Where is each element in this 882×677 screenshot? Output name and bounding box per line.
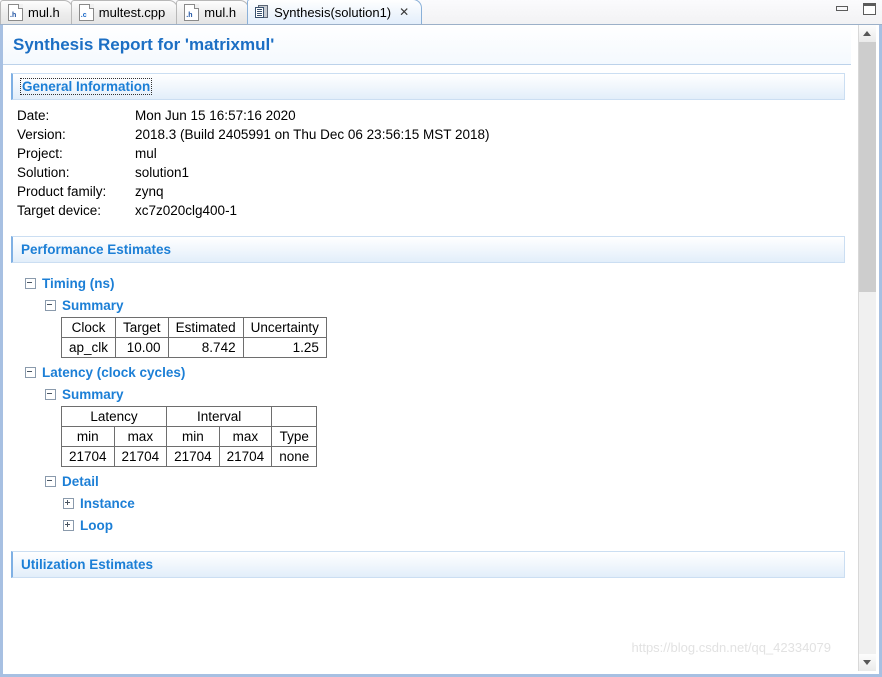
group-header-interval: Interval — [166, 406, 273, 427]
column-header-estimated: Estimated — [167, 317, 244, 338]
info-value-project: mul — [135, 146, 157, 161]
table-group-header-row: Latency Interval — [60, 406, 318, 427]
tab-multest-cpp[interactable]: .c multest.cpp — [70, 0, 179, 24]
tab-label: mul.h — [28, 5, 60, 20]
cell-uncertainty: 1.25 — [242, 337, 327, 358]
h-file-icon: .h — [8, 4, 23, 21]
table-header-row: min max min max Type — [61, 426, 318, 447]
column-header-interval-min: min — [166, 426, 220, 447]
group-header-latency: Latency — [60, 406, 168, 427]
info-value-date: Mon Jun 15 16:57:16 2020 — [135, 108, 296, 123]
tab-label: Synthesis(solution1) — [274, 4, 392, 20]
c-file-icon: .c — [78, 4, 94, 21]
minimize-button[interactable] — [834, 2, 851, 16]
scroll-down-button[interactable] — [859, 654, 876, 671]
section-header-label: General Information — [19, 78, 153, 95]
collapse-minus-icon[interactable] — [45, 300, 56, 311]
info-value-target-device: xc7z020clg400-1 — [135, 203, 238, 218]
performance-estimates-body: Timing (ns) Summary Clock Target Estimat… — [3, 263, 851, 537]
tree-node-label: Latency (clock cycles) — [42, 365, 186, 380]
cell-interval-max: 21704 — [218, 446, 273, 467]
section-header-utilization-estimates[interactable]: Utilization Estimates — [11, 551, 845, 578]
expand-plus-icon[interactable] — [63, 520, 74, 531]
group-header-blank — [271, 406, 318, 427]
info-value-product-family: zynq — [135, 184, 164, 199]
timing-summary-table: Clock Target Estimated Uncertainty ap_cl… — [60, 317, 327, 358]
window-controls — [834, 2, 878, 16]
tree-node-label: Timing (ns) — [42, 276, 115, 291]
info-key-solution: Solution: — [17, 165, 70, 180]
cell-latency-max: 21704 — [113, 446, 168, 467]
column-header-clock: Clock — [60, 317, 117, 338]
close-icon[interactable]: ✕ — [399, 6, 409, 18]
chevron-down-icon — [863, 660, 871, 665]
table-row: ap_clk 10.00 8.742 1.25 — [60, 337, 327, 358]
cell-interval-min: 21704 — [166, 446, 220, 467]
vertical-scrollbar[interactable] — [858, 25, 876, 671]
synthesis-report-window: .h mul.h .c multest.cpp .h mul.h Synthes… — [0, 0, 882, 677]
column-header-interval-max: max — [218, 426, 273, 447]
maximize-button[interactable] — [861, 2, 878, 16]
editor-tab-bar: .h mul.h .c multest.cpp .h mul.h Synthes… — [0, 0, 882, 25]
tree-node-timing-summary[interactable]: Summary — [45, 298, 851, 313]
cell-estimated: 8.742 — [167, 337, 244, 358]
tree-node-latency-summary[interactable]: Summary — [45, 387, 851, 402]
tab-synthesis-solution1[interactable]: Synthesis(solution1) ✕ — [247, 0, 423, 24]
report-scroll-area: Synthesis Report for 'matrixmul' General… — [3, 25, 851, 671]
info-key-product-family: Product family: — [17, 184, 107, 199]
tree-node-latency[interactable]: Latency (clock cycles) — [25, 365, 851, 380]
section-header-performance-estimates[interactable]: Performance Estimates — [11, 236, 845, 263]
column-header-latency-max: max — [113, 426, 168, 447]
info-value-version: 2018.3 (Build 2405991 on Thu Dec 06 23:5… — [135, 127, 490, 142]
info-key-project: Project: — [17, 146, 63, 161]
watermark: https://blog.csdn.net/qq_42334079 — [631, 640, 832, 655]
h-file-icon: .h — [184, 4, 200, 21]
tree-node-label: Summary — [62, 387, 124, 402]
section-header-label: Utilization Estimates — [21, 557, 154, 572]
tree-node-label: Loop — [80, 518, 113, 533]
tree-node-loop[interactable]: Loop — [63, 518, 851, 533]
info-value-solution: solution1 — [135, 165, 190, 180]
cell-target: 10.00 — [115, 337, 169, 358]
column-header-target: Target — [115, 317, 169, 338]
column-header-latency-min: min — [61, 426, 115, 447]
tree-node-label: Summary — [62, 298, 124, 313]
latency-summary-table: Latency Interval min max min max Type 21… — [60, 406, 318, 467]
section-header-general-information[interactable]: General Information — [11, 73, 845, 100]
tab-mul-h-2[interactable]: .h mul.h — [176, 0, 250, 24]
info-key-version: Version: — [17, 127, 66, 142]
cell-latency-min: 21704 — [61, 446, 115, 467]
column-header-type: Type — [271, 426, 318, 447]
expand-plus-icon[interactable] — [63, 498, 74, 509]
table-row: 21704 21704 21704 21704 none — [61, 446, 318, 467]
report-content-frame: Synthesis Report for 'matrixmul' General… — [0, 25, 882, 677]
collapse-minus-icon[interactable] — [45, 476, 56, 487]
collapse-minus-icon[interactable] — [25, 278, 36, 289]
info-key-target-device: Target device: — [17, 203, 102, 218]
cell-type: none — [271, 446, 318, 467]
tree-node-detail[interactable]: Detail — [45, 474, 851, 489]
table-header-row: Clock Target Estimated Uncertainty — [60, 317, 327, 338]
general-information-table: Date: Mon Jun 15 16:57:16 2020 Version: … — [3, 100, 851, 228]
page-title: Synthesis Report for 'matrixmul' — [3, 25, 851, 65]
tree-node-timing[interactable]: Timing (ns) — [25, 276, 851, 291]
cell-clock: ap_clk — [60, 337, 117, 358]
tree-node-label: Instance — [80, 496, 135, 511]
tab-label: multest.cpp — [98, 5, 166, 20]
tree-node-instance[interactable]: Instance — [63, 496, 851, 511]
collapse-minus-icon[interactable] — [25, 367, 36, 378]
scrollbar-thumb[interactable] — [859, 42, 876, 292]
info-key-date: Date: — [17, 108, 50, 123]
scroll-up-button[interactable] — [859, 25, 876, 42]
collapse-minus-icon[interactable] — [45, 389, 56, 400]
column-header-uncertainty: Uncertainty — [242, 317, 327, 338]
tab-mul-h-1[interactable]: .h mul.h — [0, 0, 73, 24]
tree-node-label: Detail — [62, 474, 99, 489]
chevron-up-icon — [863, 31, 871, 36]
report-icon — [255, 5, 269, 19]
section-header-label: Performance Estimates — [21, 242, 172, 257]
tab-label: mul.h — [204, 5, 237, 20]
